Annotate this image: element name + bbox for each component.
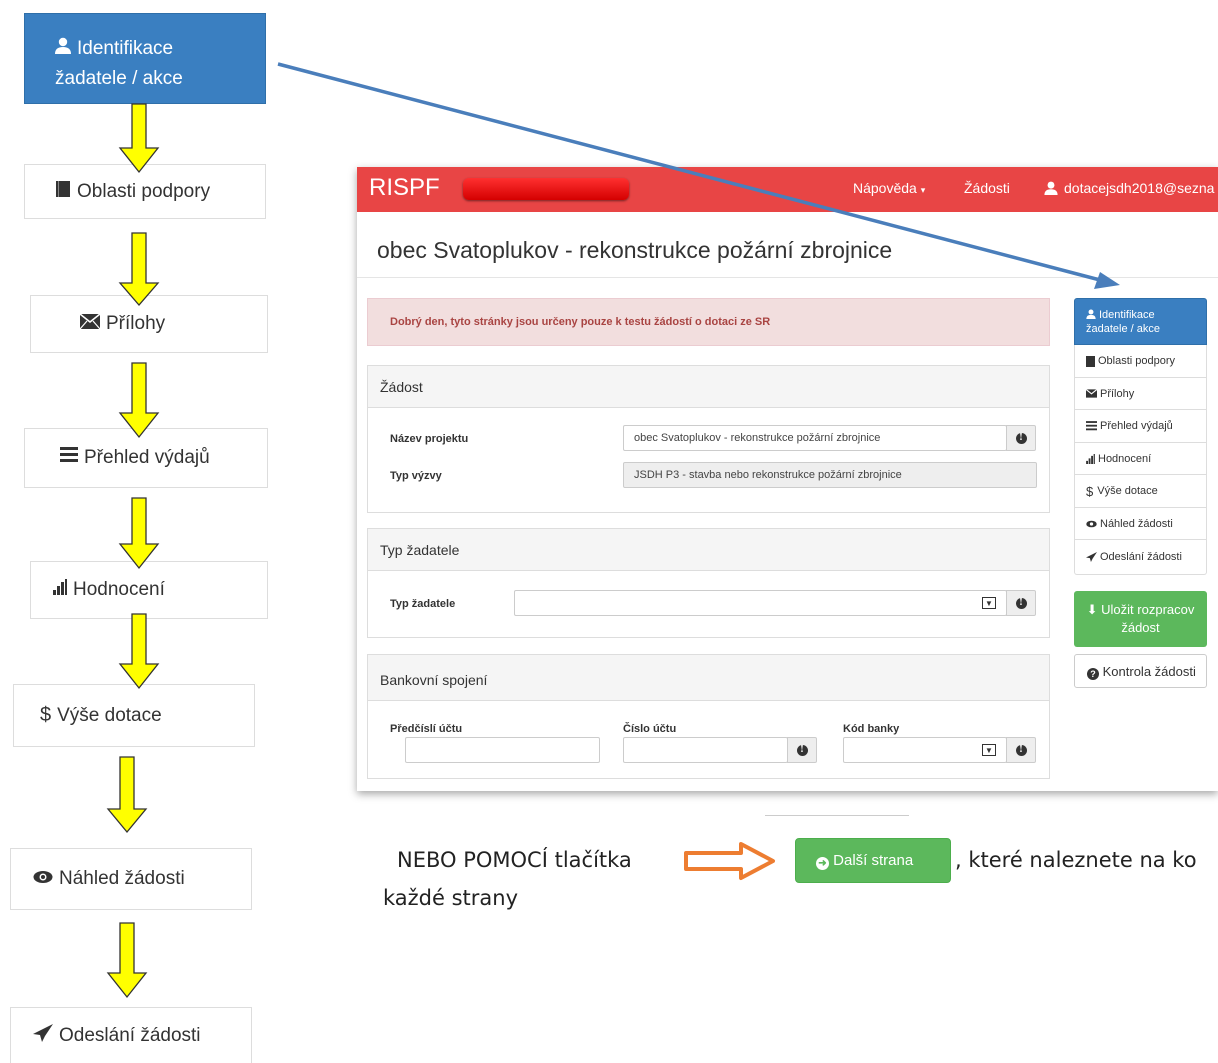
arrow-down-icon — [106, 922, 148, 999]
question-icon: ? — [1087, 668, 1099, 680]
arrow-down-icon — [118, 362, 160, 439]
side-item-oblasti[interactable]: Oblasti podpory — [1074, 345, 1207, 378]
account-input[interactable] — [623, 737, 788, 763]
account-label: Číslo účtu — [623, 723, 677, 735]
dollar-icon: $ — [1086, 483, 1094, 499]
side-item-label: Hodnocení — [1098, 452, 1152, 465]
call-type-input[interactable]: JSDH P3 - stavba nebo rekonstrukce požár… — [623, 462, 1037, 488]
side-item-odeslani[interactable]: Odeslání žádosti — [1074, 540, 1207, 575]
applicant-type-label: Typ žadatele — [390, 598, 456, 610]
side-item-label: žadatele / akce — [1086, 323, 1160, 335]
send-icon — [1086, 552, 1097, 562]
eye-icon — [1086, 520, 1097, 528]
panel-heading: Bankovní spojení — [368, 655, 1049, 701]
signal-icon — [1086, 453, 1095, 464]
project-name-label: Název projektu — [390, 433, 469, 445]
pointer-arrow — [277, 62, 1120, 289]
download-icon: ⬇ — [1086, 602, 1098, 617]
arrow-down-icon — [118, 497, 160, 570]
side-item-vyse[interactable]: $ Výše dotace — [1074, 475, 1207, 508]
prefix-input[interactable] — [405, 737, 600, 763]
panel-bank: Bankovní spojení Předčíslí účtu Číslo úč… — [367, 654, 1050, 779]
info-icon[interactable]: ! — [1006, 737, 1036, 763]
bank-code-label: Kód banky — [843, 723, 900, 735]
side-item-prehled[interactable]: Přehled výdajů — [1074, 410, 1207, 443]
info-icon[interactable]: ! — [787, 737, 817, 763]
envelope-icon — [1086, 389, 1097, 398]
side-item-label: Výše dotace — [1097, 485, 1158, 497]
panel-heading: Typ žadatele — [368, 529, 1049, 571]
footer-text-line2: každé strany — [383, 886, 519, 910]
arrow-head-icon — [1094, 272, 1120, 289]
footer-text-after: , které naleznete na ko — [955, 848, 1197, 872]
side-item-label: Oblasti podpory — [1098, 355, 1176, 367]
arrow-down-icon — [118, 613, 160, 690]
check-request-button[interactable]: ? Kontrola žádosti — [1074, 654, 1207, 688]
arrow-right-circle-icon: ➜ — [816, 857, 829, 870]
side-item-label: Odeslání žádosti — [1100, 551, 1182, 563]
divider — [765, 815, 909, 816]
orange-arrow-icon — [684, 842, 775, 880]
next-page-button[interactable]: ➜ Další strana — [795, 838, 951, 883]
panel-heading: Žádost — [368, 366, 1049, 408]
info-icon[interactable]: ! — [1006, 425, 1036, 451]
side-item-label: Přílohy — [1100, 387, 1135, 400]
arrow-down-icon — [106, 756, 148, 834]
side-item-label: Náhled žádosti — [1100, 517, 1173, 530]
book-icon — [1086, 355, 1095, 367]
side-item-nahled[interactable]: Náhled žádosti — [1074, 508, 1207, 540]
chevron-down-icon[interactable]: ▼ — [982, 744, 996, 756]
project-name-input[interactable]: obec Svatoplukov - rekonstrukce požární … — [623, 425, 1007, 451]
panel-applicant-type: Typ žadatele Typ žadatele ▼ ! — [367, 528, 1050, 638]
side-item-hodnoceni[interactable]: Hodnocení — [1074, 443, 1207, 475]
save-draft-button[interactable]: ⬇ Uložit rozpracov žádost — [1074, 591, 1207, 647]
info-icon[interactable]: ! — [1006, 590, 1036, 616]
side-item-label: Přehled výdajů — [1100, 420, 1173, 432]
panel-zadost: Žádost Název projektu obec Svatoplukov -… — [367, 365, 1050, 513]
call-type-label: Typ výzvy — [390, 470, 442, 482]
list-icon — [1086, 421, 1097, 431]
chevron-down-icon[interactable]: ▼ — [982, 597, 996, 609]
footer-text-before: NEBO POMOCÍ tlačítka — [397, 848, 632, 872]
side-item-prilohy[interactable]: Přílohy — [1074, 378, 1207, 410]
prefix-label: Předčíslí účtu — [390, 723, 463, 735]
applicant-type-select[interactable] — [514, 590, 1007, 616]
